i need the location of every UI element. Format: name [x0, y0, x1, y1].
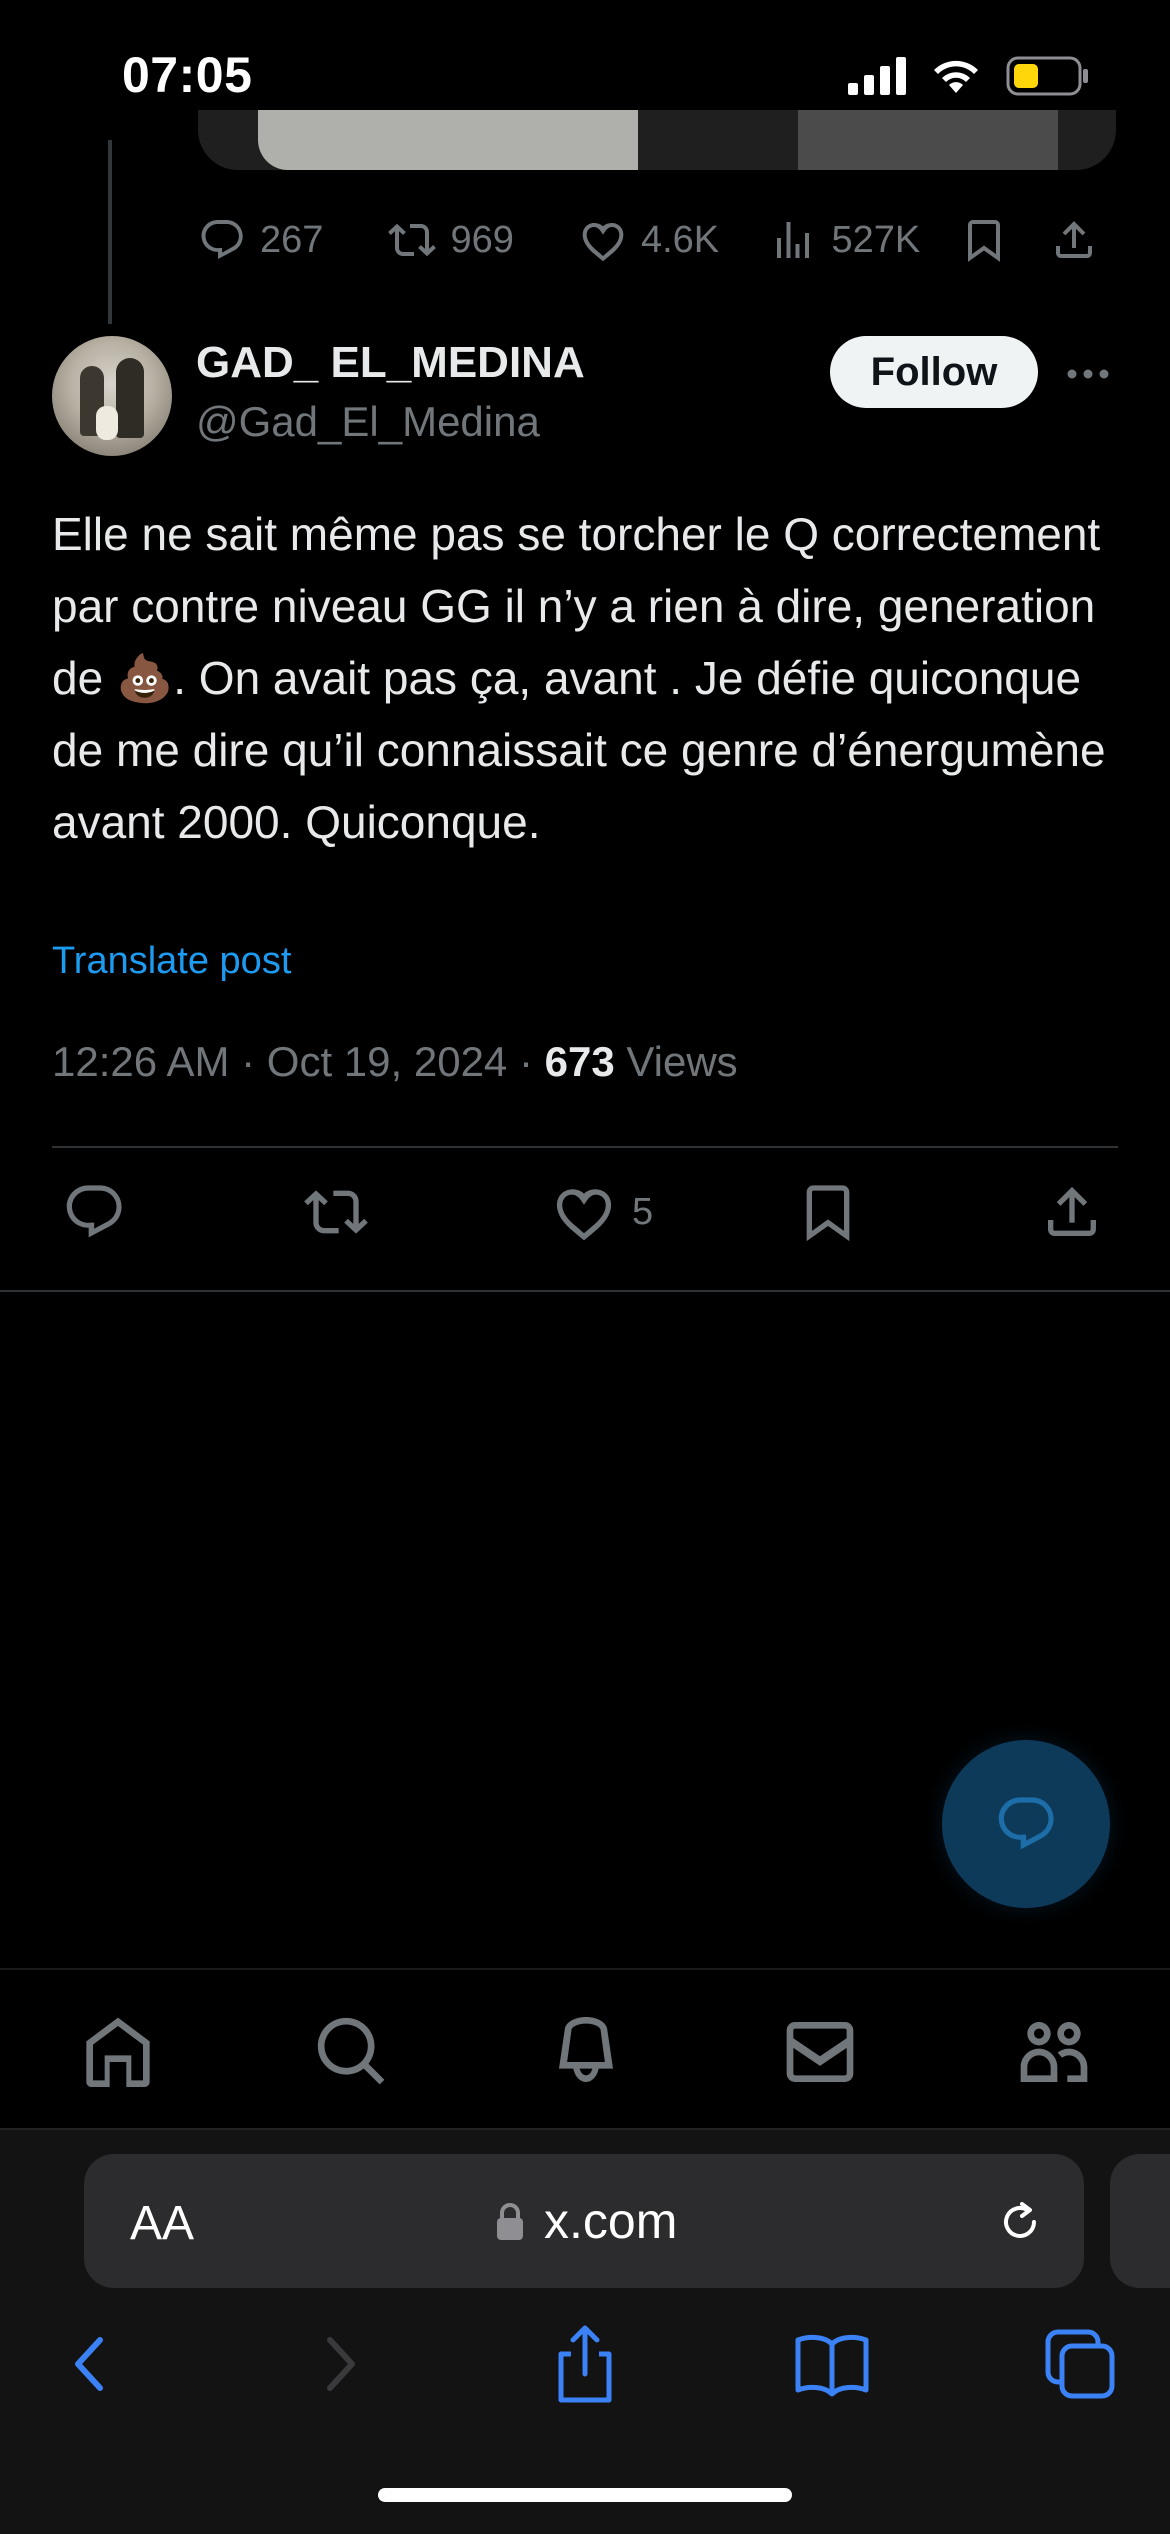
heart-icon: [556, 1189, 612, 1241]
repost-icon: [388, 223, 437, 257]
share-button[interactable]: [1040, 1180, 1104, 1244]
prev-like-count: 4.6K: [640, 218, 720, 261]
share-icon: [1048, 1186, 1096, 1236]
search-icon: [317, 2017, 385, 2085]
url-text[interactable]: x.com: [544, 2192, 677, 2250]
status-time: 07:05: [122, 47, 253, 103]
forward-button[interactable]: [298, 2322, 382, 2406]
bookmark-icon: [967, 220, 1000, 262]
reply-button[interactable]: [62, 1180, 126, 1244]
next-tab-peek[interactable]: [1110, 2154, 1170, 2288]
more-options-icon[interactable]: [1064, 356, 1112, 392]
communities-icon: [1020, 2022, 1088, 2082]
cellular-signal-icon: [848, 57, 906, 95]
tweet-meta: 12:26 AM · Oct 19, 2024 · 673 Views: [52, 1038, 738, 1085]
heart-icon: [582, 222, 624, 262]
thread-line: [108, 140, 112, 324]
previous-tweet-media[interactable]: [198, 110, 1116, 170]
bottom-tab-bar: [0, 1968, 1170, 2128]
tab-messages[interactable]: [780, 2012, 860, 2092]
prev-bookmark-button[interactable]: [960, 216, 1028, 264]
home-icon: [86, 2017, 150, 2087]
share-icon: [558, 2325, 612, 2403]
repost-button[interactable]: [304, 1180, 368, 1244]
translate-post-link[interactable]: Translate post: [52, 940, 291, 983]
like-button[interactable]: 5: [552, 1180, 653, 1244]
prev-views-count: 527K: [831, 218, 921, 261]
tweet-date[interactable]: Oct 19, 2024: [267, 1038, 508, 1085]
bookmark-button[interactable]: [796, 1180, 860, 1244]
prev-like-button[interactable]: 4.6K: [579, 216, 769, 264]
tab-search[interactable]: [312, 2012, 392, 2092]
prev-share-button[interactable]: [1050, 216, 1118, 264]
home-indicator: [378, 2488, 792, 2502]
tweet-time[interactable]: 12:26 AM: [52, 1038, 229, 1085]
avatar[interactable]: [52, 336, 172, 456]
bookmark-icon: [806, 1185, 850, 1242]
reply-icon: [201, 220, 243, 259]
views-label: Views: [626, 1038, 738, 1085]
prev-reply-button[interactable]: 267: [198, 216, 388, 264]
views-chart-icon: [777, 222, 810, 258]
reply-icon: [998, 1797, 1054, 1850]
share-icon: [1055, 221, 1092, 258]
status-icons: [848, 56, 1090, 96]
reader-options-button[interactable]: AA: [130, 2196, 194, 2251]
chevron-right-icon: [327, 2337, 355, 2391]
tabs-button[interactable]: [1038, 2322, 1122, 2406]
views-count: 673: [544, 1038, 615, 1085]
follow-button[interactable]: Follow: [830, 336, 1038, 408]
bookmarks-button[interactable]: [790, 2322, 874, 2406]
display-name[interactable]: GAD_ EL_MEDINA: [196, 338, 585, 388]
tab-home[interactable]: [78, 2012, 158, 2092]
prev-views-button[interactable]: 527K: [769, 216, 959, 264]
prev-reply-count: 267: [260, 218, 324, 261]
like-count: 5: [632, 1190, 654, 1233]
repost-icon: [304, 1190, 368, 1234]
tab-communities[interactable]: [1014, 2012, 1094, 2092]
share-sheet-button[interactable]: [543, 2322, 627, 2406]
bell-icon: [559, 2017, 613, 2082]
divider: [0, 1290, 1170, 1292]
divider: [52, 1146, 1118, 1148]
tabs-icon: [1045, 2329, 1115, 2399]
lock-icon: [497, 2203, 523, 2240]
chevron-left-icon: [75, 2337, 103, 2391]
mail-icon: [786, 2022, 854, 2082]
wifi-icon: [934, 60, 978, 93]
tab-notifications[interactable]: [546, 2012, 626, 2092]
tweet-actions: 5: [52, 1180, 1118, 1260]
back-button[interactable]: [48, 2322, 132, 2406]
book-icon: [795, 2334, 869, 2397]
prev-repost-button[interactable]: 969: [388, 216, 578, 264]
battery-icon: [1006, 56, 1088, 96]
user-handle[interactable]: @Gad_El_Medina: [196, 398, 540, 446]
tweet-text: Elle ne sait même pas se torcher le Q co…: [52, 508, 1119, 848]
previous-tweet-actions: 267 969 4.6K 527K: [198, 210, 1118, 270]
floating-reply-button[interactable]: [942, 1740, 1110, 1908]
prev-repost-count: 969: [450, 218, 514, 261]
reply-icon: [66, 1185, 122, 1238]
reload-icon[interactable]: [994, 2196, 1046, 2248]
